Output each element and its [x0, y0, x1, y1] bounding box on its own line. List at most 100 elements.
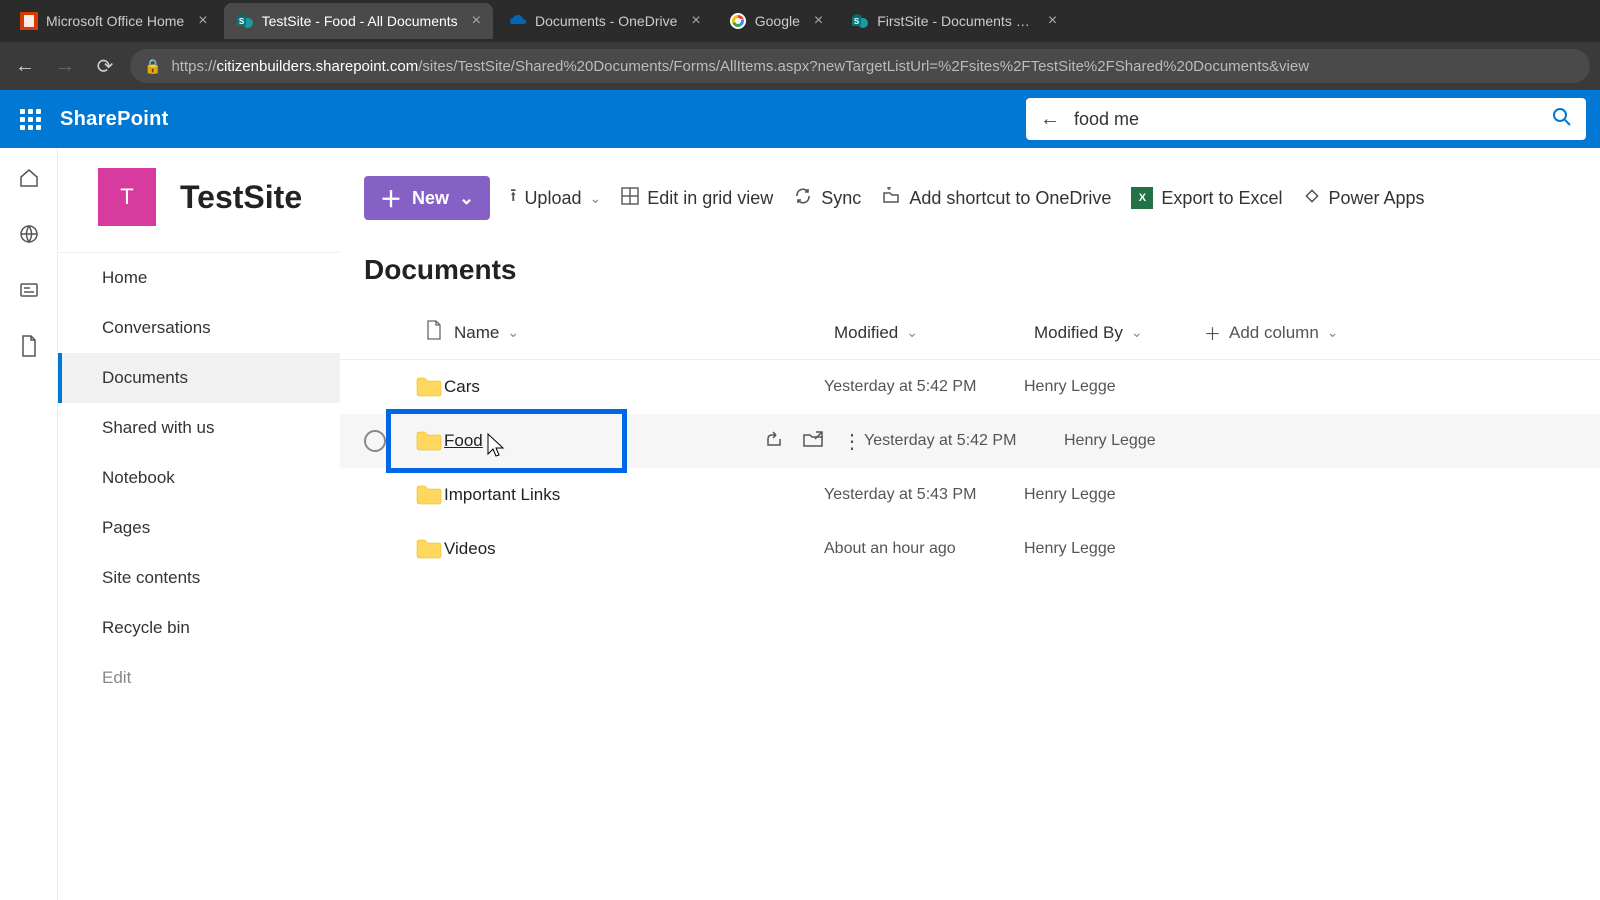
nav-shared-with-us[interactable]: Shared with us — [58, 403, 340, 453]
new-button[interactable]: ＋ New ⌄ — [364, 176, 490, 220]
cmd-label: Sync — [821, 188, 861, 209]
app-name[interactable]: SharePoint — [60, 108, 169, 131]
modified-date: About an hour ago — [824, 540, 956, 558]
add-column-button[interactable]: ＋ Add column ⌄ — [1204, 320, 1339, 345]
nav-notebook[interactable]: Notebook — [58, 453, 340, 503]
nav-conversations[interactable]: Conversations — [58, 303, 340, 353]
browser-tab[interactable]: S FirstSite - Documents - All Docu × — [839, 3, 1069, 39]
folder-icon — [414, 483, 444, 507]
cmd-label: Add shortcut to OneDrive — [909, 188, 1111, 209]
chevron-down-icon: ⌄ — [1327, 324, 1339, 341]
cursor-icon — [484, 432, 508, 462]
site-header: T TestSite — [58, 148, 340, 252]
column-name[interactable]: Name ⌄ — [454, 323, 834, 343]
item-name[interactable]: Important Links — [444, 485, 560, 505]
export-excel-button[interactable]: X Export to Excel — [1131, 187, 1282, 209]
tab-title: Google — [755, 13, 800, 29]
column-modified-by[interactable]: Modified By ⌄ — [1034, 323, 1204, 343]
column-header-row: Name ⌄ Modified ⌄ Modified By ⌄ ＋ Add co… — [340, 306, 1600, 360]
modified-by[interactable]: Henry Legge — [1064, 432, 1156, 450]
search-icon[interactable] — [1552, 107, 1572, 132]
open-location-icon[interactable] — [802, 429, 824, 454]
nav-documents[interactable]: Documents — [58, 353, 340, 403]
nav-home[interactable]: Home — [58, 253, 340, 303]
files-icon[interactable] — [17, 334, 41, 358]
table-row[interactable]: Cars Yesterday at 5:42 PM Henry Legge — [340, 360, 1600, 414]
close-icon[interactable]: × — [1048, 12, 1057, 30]
close-icon[interactable]: × — [814, 12, 823, 30]
browser-tab[interactable]: Microsoft Office Home × — [8, 3, 220, 39]
suite-header: SharePoint ← — [0, 90, 1600, 148]
modified-by[interactable]: Henry Legge — [1024, 540, 1116, 558]
select-checkbox[interactable] — [364, 430, 386, 452]
item-name[interactable]: Cars — [444, 377, 480, 397]
column-modified[interactable]: Modified ⌄ — [834, 323, 1034, 343]
table-row[interactable]: Food ⋮ Yesterday at 5:42 PM Henry Legge — [340, 414, 1600, 468]
add-shortcut-button[interactable]: Add shortcut to OneDrive — [881, 186, 1111, 211]
nav-edit[interactable]: Edit — [58, 653, 340, 703]
forward-button: → — [50, 51, 80, 81]
back-button[interactable]: ← — [10, 51, 40, 81]
chevron-down-icon: ⌄ — [589, 190, 601, 207]
site-nav: Home Conversations Documents Shared with… — [58, 252, 340, 703]
office-icon — [20, 12, 38, 30]
column-label: Modified By — [1034, 323, 1123, 343]
modified-by[interactable]: Henry Legge — [1024, 486, 1116, 504]
main-area: ＋ New ⌄ ⭱ Upload ⌄ Edit in grid view Syn… — [340, 148, 1600, 900]
search-box[interactable]: ← — [1026, 98, 1586, 140]
browser-tab[interactable]: Documents - OneDrive × — [497, 3, 713, 39]
tab-title: Documents - OneDrive — [535, 13, 677, 29]
table-row[interactable]: Important Links Yesterday at 5:43 PM Hen… — [340, 468, 1600, 522]
new-button-label: New — [412, 188, 449, 209]
nav-recycle-bin[interactable]: Recycle bin — [58, 603, 340, 653]
nav-site-contents[interactable]: Site contents — [58, 553, 340, 603]
library-title: Documents — [340, 248, 1600, 306]
site-logo[interactable]: T — [98, 168, 156, 226]
share-icon[interactable] — [764, 429, 784, 454]
plus-icon: ＋ — [1204, 320, 1221, 345]
nav-pages[interactable]: Pages — [58, 503, 340, 553]
app-rail — [0, 148, 58, 900]
power-apps-button[interactable]: Power Apps — [1302, 186, 1424, 211]
globe-icon[interactable] — [17, 222, 41, 246]
modified-by[interactable]: Henry Legge — [1024, 378, 1116, 396]
lock-icon: 🔒 — [144, 58, 161, 75]
browser-tab-strip: Microsoft Office Home × S TestSite - Foo… — [0, 0, 1600, 42]
cmd-label: Export to Excel — [1161, 188, 1282, 209]
upload-icon: ⭱ — [510, 183, 516, 213]
svg-text:S: S — [238, 17, 244, 26]
cmd-label: Edit in grid view — [647, 188, 773, 209]
browser-tab[interactable]: S TestSite - Food - All Documents × — [224, 3, 493, 39]
grid-icon — [621, 187, 639, 210]
sync-icon — [793, 186, 813, 211]
close-icon[interactable]: × — [472, 12, 481, 30]
modified-date: Yesterday at 5:42 PM — [864, 432, 1016, 450]
column-label: Modified — [834, 323, 898, 343]
more-icon[interactable]: ⋮ — [842, 429, 860, 454]
chevron-down-icon: ⌄ — [1131, 324, 1143, 341]
folder-icon — [414, 429, 444, 453]
edit-grid-button[interactable]: Edit in grid view — [621, 187, 773, 210]
close-icon[interactable]: × — [691, 12, 700, 30]
sync-button[interactable]: Sync — [793, 186, 861, 211]
site-nav-column: T TestSite Home Conversations Documents … — [58, 148, 340, 900]
browser-tab[interactable]: Google × — [717, 3, 836, 39]
sharepoint-icon: S — [851, 12, 869, 30]
url-text: https://citizenbuilders.sharepoint.com/s… — [171, 58, 1309, 75]
cmd-label: Power Apps — [1328, 188, 1424, 209]
upload-button[interactable]: ⭱ Upload ⌄ — [510, 183, 601, 213]
reload-button[interactable]: ⟳ — [90, 51, 120, 81]
app-launcher-icon[interactable] — [14, 103, 46, 135]
item-name[interactable]: Food — [444, 431, 483, 451]
table-row[interactable]: Videos About an hour ago Henry Legge — [340, 522, 1600, 576]
close-icon[interactable]: × — [198, 12, 207, 30]
news-icon[interactable] — [17, 278, 41, 302]
shortcut-icon — [881, 186, 901, 211]
file-type-icon[interactable] — [414, 320, 454, 345]
back-arrow-icon[interactable]: ← — [1040, 108, 1060, 131]
site-title[interactable]: TestSite — [180, 179, 302, 216]
item-name[interactable]: Videos — [444, 539, 496, 559]
address-bar[interactable]: 🔒 https://citizenbuilders.sharepoint.com… — [130, 49, 1590, 83]
home-icon[interactable] — [17, 166, 41, 190]
search-input[interactable] — [1074, 109, 1538, 130]
